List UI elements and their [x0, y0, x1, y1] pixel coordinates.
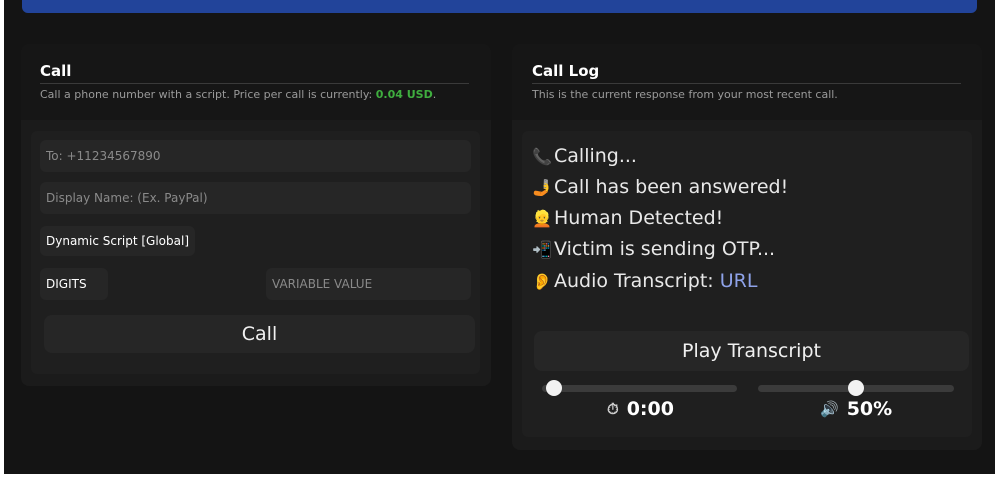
- price-per-call: 0.04 USD: [375, 88, 433, 101]
- log-text: Call has been answered!: [554, 176, 789, 198]
- digits-select[interactable]: DIGITS: [40, 268, 108, 300]
- log-line-answered: 🤳 Call has been answered!: [532, 176, 788, 198]
- call-card-header: [21, 44, 491, 120]
- top-banner: [22, 0, 977, 13]
- log-text: Calling...: [554, 145, 637, 167]
- speaker-icon: 🔊: [820, 400, 839, 418]
- call-button[interactable]: Call: [44, 315, 475, 353]
- phone-hand-icon: 🤳: [532, 177, 552, 197]
- call-log-header: [512, 44, 982, 120]
- call-card-divider: [40, 83, 469, 84]
- display-name-input[interactable]: [40, 182, 471, 214]
- subtitle-text: Call a phone number with a script. Price…: [40, 88, 376, 101]
- log-line-otp: 📲 Victim is sending OTP...: [532, 238, 775, 260]
- log-text: Victim is sending OTP...: [554, 238, 776, 260]
- variable-value-input[interactable]: [266, 268, 471, 300]
- person-icon: 👱: [532, 208, 552, 228]
- subtitle-suffix: .: [432, 88, 437, 101]
- log-text: Audio Transcript:: [554, 270, 720, 292]
- volume-value: 50%: [846, 398, 893, 420]
- call-log-subtitle: This is the current response from your m…: [532, 88, 838, 101]
- call-log-divider: [532, 83, 961, 84]
- to-number-input[interactable]: [40, 140, 471, 172]
- log-line-calling: 📞 Calling...: [532, 145, 637, 167]
- playback-slider-track[interactable]: [542, 385, 737, 392]
- telephone-icon: 📞: [532, 146, 552, 166]
- script-select[interactable]: Dynamic Script [Global]: [40, 226, 195, 256]
- log-text: Human Detected!: [554, 207, 724, 229]
- play-transcript-button[interactable]: Play Transcript: [534, 331, 969, 371]
- volume-readout: 🔊 50%: [820, 398, 892, 420]
- time-value: 0:00: [626, 398, 674, 420]
- call-card-title: Call: [40, 62, 72, 80]
- call-card-subtitle: Call a phone number with a script. Price…: [40, 88, 436, 101]
- ear-icon: 👂: [532, 271, 552, 291]
- time-readout: ⏱ 0:00: [607, 398, 674, 420]
- log-line-transcript: 👂 Audio Transcript: URL: [532, 270, 757, 292]
- transcript-url-link[interactable]: URL: [720, 270, 758, 292]
- call-log-title: Call Log: [532, 62, 600, 80]
- stopwatch-icon: ⏱: [607, 400, 619, 418]
- playback-slider-handle[interactable]: [545, 380, 562, 396]
- mobile-arrow-icon: 📲: [532, 239, 552, 259]
- log-line-human: 👱 Human Detected!: [532, 207, 723, 229]
- volume-slider-handle[interactable]: [848, 380, 864, 396]
